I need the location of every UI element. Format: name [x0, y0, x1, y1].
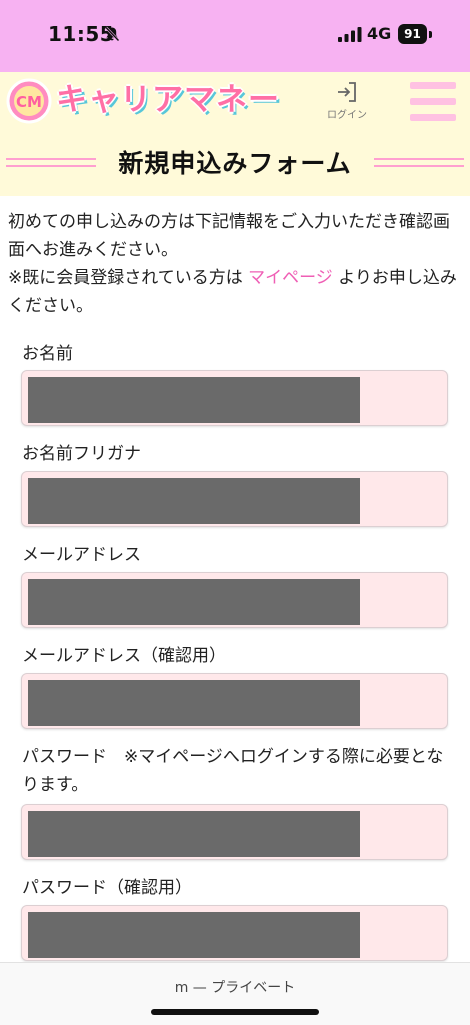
hamburger-menu-button[interactable] [410, 82, 456, 122]
password-label: パスワード ※マイページへログインする際に必要となります。 [22, 747, 444, 795]
redacted-value [28, 478, 360, 524]
password-confirm-label: パスワード（確認用） [22, 878, 192, 898]
browser-bottom-bar: m — プライベート [0, 962, 470, 1025]
bell-muted-icon [105, 26, 120, 42]
name-kana-label: お名前フリガナ [22, 444, 141, 464]
login-button[interactable]: ログイン [324, 80, 370, 124]
redacted-value [28, 579, 360, 625]
menu-icon [410, 82, 456, 89]
password-confirm-input[interactable] [21, 905, 448, 961]
redacted-value [28, 912, 360, 958]
email-confirm-input[interactable] [21, 673, 448, 729]
email-confirm-label: メールアドレス（確認用） [22, 646, 226, 666]
password-input[interactable] [21, 804, 448, 860]
intro-text: 初めての申し込みの方は下記情報をご入力いただき確認画面へお進みください。 ※既に… [8, 208, 464, 320]
address-bar[interactable]: m — プライベート [0, 977, 470, 997]
app-header: CM キャリアマネー ログイン [0, 72, 470, 130]
home-indicator[interactable] [151, 1009, 319, 1015]
name-input[interactable] [21, 370, 448, 426]
login-icon [338, 82, 356, 102]
email-label: メールアドレス [22, 545, 141, 565]
page-title: 新規申込みフォーム [118, 149, 352, 178]
logo-text[interactable]: キャリアマネー [56, 76, 280, 124]
title-strip: 新規申込みフォーム [0, 130, 470, 196]
redacted-value [28, 377, 360, 423]
login-label: ログイン [327, 110, 367, 121]
signal-icon [338, 27, 362, 42]
name-kana-input[interactable] [21, 471, 448, 527]
status-bar: 11:55 4G 91 [0, 0, 470, 72]
mypage-link[interactable]: マイページ [248, 268, 333, 288]
name-label: お名前 [22, 344, 73, 364]
logo-icon[interactable]: CM [6, 78, 52, 124]
intro-line-1: 初めての申し込みの方は下記情報をご入力いただき確認画面へお進みください。 [8, 212, 450, 260]
battery-level: 91 [398, 24, 427, 44]
redacted-value [28, 680, 360, 726]
battery-icon: 91 [398, 24, 432, 44]
network-type: 4G [367, 24, 392, 43]
redacted-value [28, 811, 360, 857]
intro-line-2: ※既に会員登録されている方は マイページ よりお申し込みください。 [8, 268, 457, 316]
email-input[interactable] [21, 572, 448, 628]
logo-mark-text: CM [16, 93, 42, 111]
